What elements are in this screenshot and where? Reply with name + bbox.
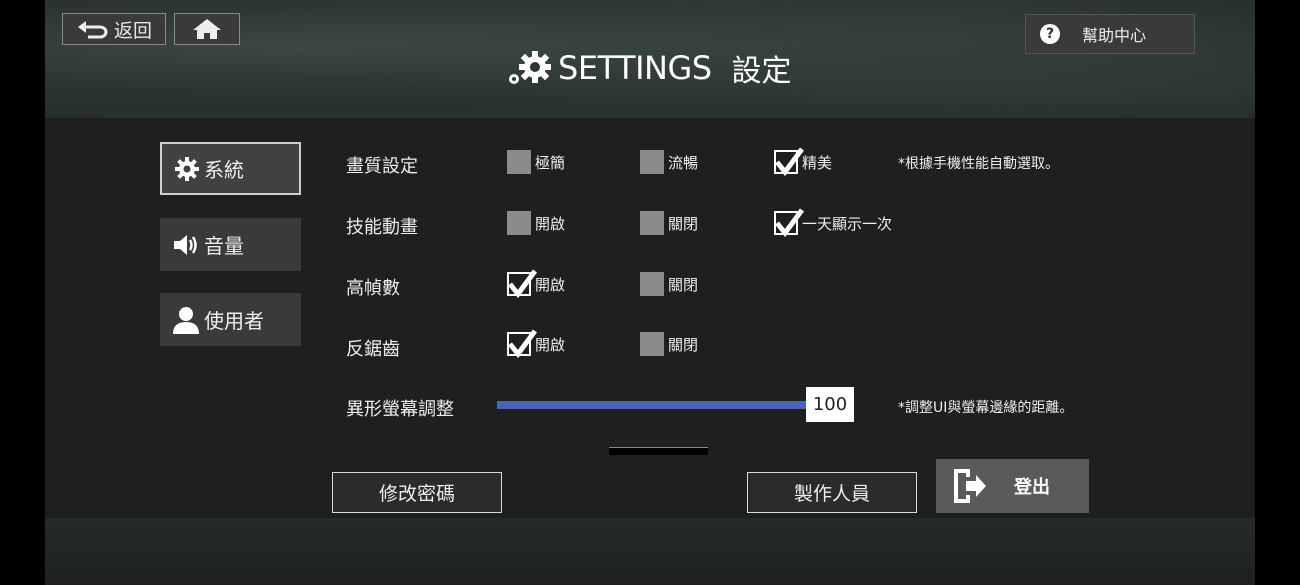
sidebar-item-label: 系統 xyxy=(204,158,244,182)
logout-button[interactable]: 登出 xyxy=(936,459,1089,513)
page-title: SETTINGS 設定 xyxy=(506,48,792,89)
quality-note: *根據手機性能自動選取。 xyxy=(898,156,1059,172)
skill-animation-label: 技能動畫 xyxy=(346,217,418,238)
speaker-icon xyxy=(172,232,200,258)
exit-icon xyxy=(952,467,988,505)
checkbox xyxy=(507,211,531,235)
checkbox xyxy=(640,150,664,174)
option-label: 流暢 xyxy=(668,153,699,172)
credits-button[interactable]: 製作人員 xyxy=(747,472,917,513)
antialias-on[interactable]: 開啟 xyxy=(507,329,566,358)
gear-icon xyxy=(174,156,200,182)
high-fps-on[interactable]: 開啟 xyxy=(507,269,566,298)
skill-animation-once-daily[interactable]: 一天顯示一次 xyxy=(774,208,893,237)
home-button[interactable] xyxy=(174,13,240,45)
checkbox-checked xyxy=(507,329,537,358)
logout-label: 登出 xyxy=(1014,477,1050,498)
checkbox-checked xyxy=(774,208,804,237)
checkbox xyxy=(640,272,664,296)
checkmark-icon xyxy=(775,208,804,237)
change-password-button[interactable]: 修改密碼 xyxy=(332,472,502,513)
title-english: SETTINGS xyxy=(558,49,712,87)
high-fps-off[interactable]: 關閉 xyxy=(640,272,698,296)
checkmark-icon xyxy=(775,147,804,176)
skill-animation-off[interactable]: 關閉 xyxy=(640,211,698,235)
title-chinese: 設定 xyxy=(731,54,792,89)
quality-option-minimal[interactable]: 極簡 xyxy=(507,150,565,174)
option-label: 關閉 xyxy=(668,214,699,233)
notch-adjust-note: *調整UI與螢幕邊緣的距離。 xyxy=(898,400,1074,416)
quality-option-fine[interactable]: 精美 xyxy=(774,147,833,176)
option-label: 關閉 xyxy=(668,275,699,294)
option-label: 開啟 xyxy=(535,214,566,233)
checkbox-checked xyxy=(774,147,804,176)
option-label: 開啟 xyxy=(535,335,566,354)
help-center-button[interactable]: ? 幫助中心 xyxy=(1025,14,1195,54)
skill-animation-on[interactable]: 開啟 xyxy=(507,211,565,235)
sidebar-item-volume[interactable]: 音量 xyxy=(160,218,301,271)
notch-adjust-slider[interactable] xyxy=(497,401,809,409)
option-label: 關閉 xyxy=(668,335,699,354)
checkbox xyxy=(507,150,531,174)
option-label: 一天顯示一次 xyxy=(802,214,893,233)
question-icon: ? xyxy=(1040,24,1060,44)
high-fps-label: 高幀數 xyxy=(346,278,400,299)
quality-label: 畫質設定 xyxy=(346,156,418,177)
checkbox xyxy=(640,211,664,235)
back-button[interactable]: 返回 xyxy=(62,13,166,45)
checkbox-checked xyxy=(507,269,537,298)
antialias-off[interactable]: 關閉 xyxy=(640,332,698,356)
user-icon xyxy=(172,306,200,334)
antialias-label: 反鋸齒 xyxy=(346,339,400,360)
option-label: 開啟 xyxy=(535,275,566,294)
sidebar-item-label: 音量 xyxy=(204,234,244,258)
help-label: 幫助中心 xyxy=(1082,26,1147,45)
home-icon xyxy=(192,18,222,40)
quality-option-smooth[interactable]: 流暢 xyxy=(640,150,698,174)
sidebar-item-user[interactable]: 使用者 xyxy=(160,293,301,346)
sidebar-item-label: 使用者 xyxy=(204,309,264,333)
checkbox xyxy=(640,332,664,356)
bottom-background xyxy=(45,518,1255,585)
sidebar-item-system[interactable]: 系統 xyxy=(160,142,301,195)
checkmark-icon xyxy=(508,329,537,358)
notch-adjust-handle[interactable]: 100 xyxy=(806,387,854,422)
scroll-indicator xyxy=(609,447,708,455)
option-label: 精美 xyxy=(802,153,833,172)
back-label: 返回 xyxy=(113,19,152,42)
notch-adjust-label: 異形螢幕調整 xyxy=(346,399,454,420)
option-label: 極簡 xyxy=(535,153,566,172)
gear-icon xyxy=(506,49,552,87)
checkmark-icon xyxy=(508,269,537,298)
back-arrow-icon xyxy=(76,19,108,39)
